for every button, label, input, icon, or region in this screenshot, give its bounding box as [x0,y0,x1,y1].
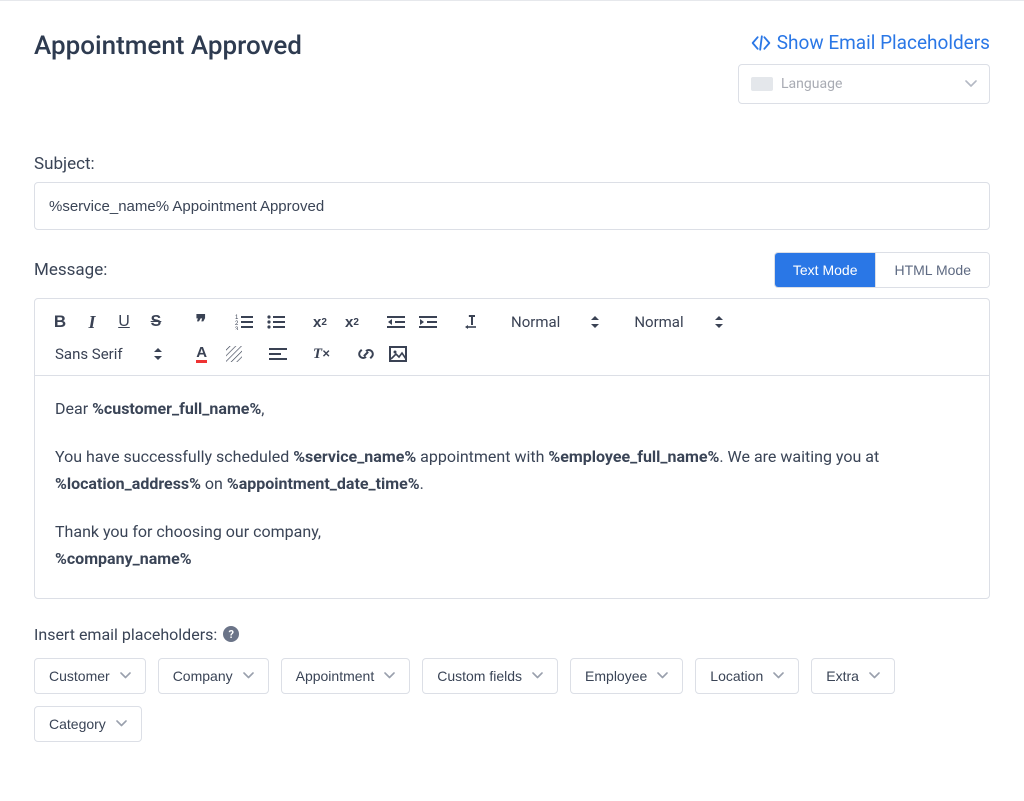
header-row: Appointment Approved Show Email Placehol… [34,31,990,104]
placeholder-button-label: Customer [49,668,110,684]
outdent-button[interactable] [385,309,407,335]
sort-icon [153,347,163,361]
chevron-down-icon [384,672,395,679]
chevron-down-icon [116,720,127,727]
chevron-down-icon [773,672,784,679]
font-select-value: Sans Serif [55,345,123,363]
clear-format-button[interactable]: T✕ [311,341,333,367]
chevron-down-icon [532,672,543,679]
pilcrow-icon [463,314,481,330]
placeholder-company-button[interactable]: Company [158,658,269,694]
size-select[interactable]: Normal [628,313,729,331]
body-text: , [261,399,264,418]
language-placeholder: Language [781,76,842,92]
subject-label: Subject: [34,154,990,174]
placeholder-location-button[interactable]: Location [695,658,799,694]
subscript-button[interactable]: x2 [309,309,331,335]
placeholder-category-button[interactable]: Category [34,706,142,742]
strikethrough-button[interactable]: S [145,309,167,335]
sort-icon [590,315,600,329]
indent-button[interactable] [417,309,439,335]
bold-button[interactable]: B [49,309,71,335]
placeholder-button-label: Location [710,668,763,684]
html-mode-button[interactable]: HTML Mode [875,253,989,287]
body-placeholder: %company_name% [55,549,192,568]
page-title: Appointment Approved [34,31,302,61]
placeholder-button-label: Extra [826,668,859,684]
body-text: Thank you for choosing our company, [55,519,969,545]
ordered-list-icon: 123 [235,314,253,330]
chevron-down-icon [120,672,131,679]
outdent-icon [387,315,405,329]
placeholder-button-label: Company [173,668,233,684]
placeholder-button-label: Category [49,716,106,732]
body-text: on [201,474,227,493]
placeholder-extra-button[interactable]: Extra [811,658,895,694]
body-placeholder: %employee_full_name% [548,447,719,466]
background-color-button[interactable] [223,341,245,367]
image-icon [389,346,407,362]
placeholder-appointment-button[interactable]: Appointment [281,658,411,694]
sort-icon [714,315,724,329]
body-placeholder: %location_address% [55,474,201,493]
code-icon [751,35,771,51]
unordered-list-button[interactable] [265,309,287,335]
heading-select[interactable]: Normal [505,313,606,331]
chevron-down-icon [965,80,977,88]
insert-placeholders-label: Insert email placeholders: [34,625,217,644]
language-select[interactable]: Language [738,64,990,104]
message-label: Message: [34,260,107,280]
placeholder-button-label: Employee [585,668,647,684]
show-email-placeholders-label: Show Email Placeholders [777,31,990,54]
link-icon [357,345,375,363]
mode-toggle: Text Mode HTML Mode [774,252,990,288]
chevron-down-icon [243,672,254,679]
editor: B I U S ❞ 123 x2 x2 [34,298,990,599]
placeholder-customer-button[interactable]: Customer [34,658,146,694]
body-text: . We are waiting you at [719,447,879,466]
subject-input[interactable] [34,182,990,230]
italic-button[interactable]: I [81,309,103,335]
placeholder-buttons: Customer Company Appointment Custom fields E… [34,658,990,742]
placeholder-button-label: Appointment [296,668,375,684]
placeholder-custom-fields-button[interactable]: Custom fields [422,658,558,694]
help-icon[interactable]: ? [223,626,239,642]
font-select[interactable]: Sans Serif [49,345,169,363]
size-select-value: Normal [634,313,683,331]
editor-toolbar: B I U S ❞ 123 x2 x2 [35,299,989,376]
text-color-button[interactable]: A [191,341,213,367]
show-email-placeholders-link[interactable]: Show Email Placeholders [751,31,990,54]
unordered-list-icon [267,314,285,330]
body-placeholder: %appointment_date_time% [227,474,420,493]
indent-icon [419,315,437,329]
chevron-down-icon [657,672,668,679]
link-button[interactable] [355,341,377,367]
align-button[interactable] [267,341,289,367]
chevron-down-icon [869,672,880,679]
align-icon [269,347,287,361]
heading-select-value: Normal [511,313,560,331]
body-text: . [420,474,424,493]
flag-icon [751,77,773,91]
blockquote-button[interactable]: ❞ [189,309,211,335]
editor-body[interactable]: Dear %customer_full_name%, You have succ… [35,376,989,598]
svg-text:3: 3 [235,327,239,330]
image-button[interactable] [387,341,409,367]
text-mode-button[interactable]: Text Mode [775,253,876,287]
body-text: You have successfully scheduled [55,447,293,466]
placeholder-button-label: Custom fields [437,668,522,684]
underline-button[interactable]: U [113,309,135,335]
placeholder-employee-button[interactable]: Employee [570,658,683,694]
highlight-icon [225,345,243,363]
body-text: Dear [55,399,92,418]
superscript-button[interactable]: x2 [341,309,363,335]
body-placeholder: %customer_full_name% [92,399,261,418]
body-placeholder: %service_name% [293,447,416,466]
ordered-list-button[interactable]: 123 [233,309,255,335]
body-text: appointment with [416,447,548,466]
text-direction-button[interactable] [461,309,483,335]
